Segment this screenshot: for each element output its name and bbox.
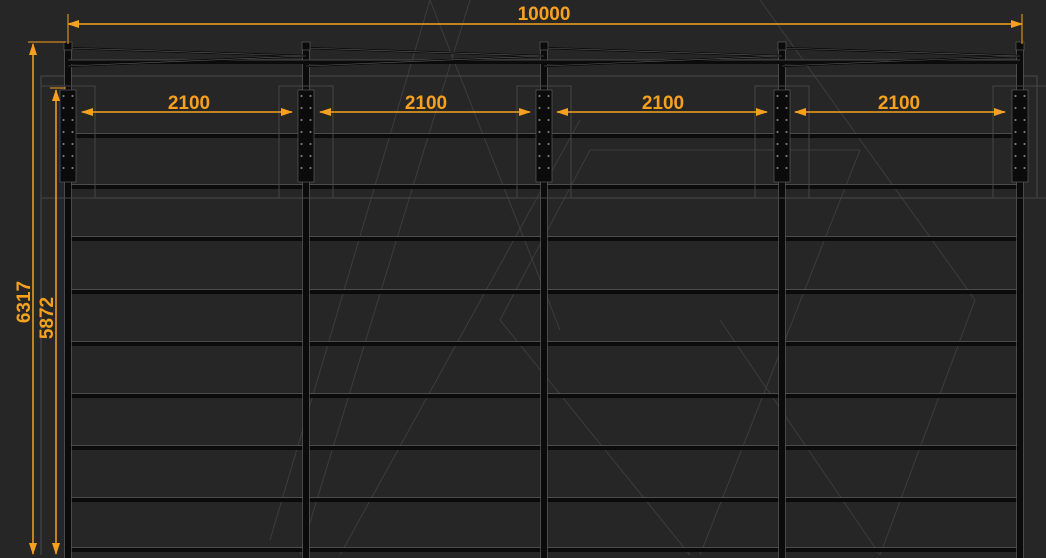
bolt-1-r4	[71, 130, 74, 134]
bay-4-label: 2100	[878, 93, 920, 114]
bolt-4-l2	[776, 106, 779, 110]
bolt-2-r4	[309, 130, 312, 134]
bolt-4-r7	[785, 166, 788, 170]
bolt-2-l5	[300, 142, 303, 146]
bolt-4-l7	[776, 166, 779, 170]
bay-1-label: 2100	[168, 93, 210, 114]
bolt-5-l5	[1014, 142, 1017, 146]
bolt-3-l5	[538, 142, 541, 146]
bolt-5-r4	[1023, 130, 1026, 134]
bolt-5-r6	[1023, 154, 1026, 158]
bolt-2-l3	[300, 118, 303, 122]
bolt-4-l1	[776, 94, 779, 98]
post-bracket-2	[297, 89, 315, 183]
bay-2-label: 2100	[405, 93, 447, 114]
bolt-5-r3	[1023, 118, 1026, 122]
post-bracket-4	[773, 89, 791, 183]
post-cap-4	[777, 41, 787, 51]
bolt-1-l6	[62, 154, 65, 158]
bolt-1-r6	[71, 154, 74, 158]
bolt-2-r1	[309, 94, 312, 98]
bolt-2-r5	[309, 142, 312, 146]
bolt-5-l4	[1014, 130, 1017, 134]
bolt-2-r2	[309, 106, 312, 110]
bolt-5-r1	[1023, 94, 1026, 98]
bolt-5-l6	[1014, 154, 1017, 158]
bolt-5-r5	[1023, 142, 1026, 146]
bolt-5-r2	[1023, 106, 1026, 110]
bolt-3-r5	[547, 142, 550, 146]
canvas-background	[0, 0, 1046, 558]
post-cap-3	[539, 41, 549, 51]
bolt-5-l7	[1014, 166, 1017, 170]
bolt-3-l4	[538, 130, 541, 134]
bolt-4-l3	[776, 118, 779, 122]
bolt-3-l6	[538, 154, 541, 158]
bay-3-label: 2100	[642, 93, 684, 114]
bolt-4-l5	[776, 142, 779, 146]
bolt-1-r1	[71, 94, 74, 98]
bolt-3-l2	[538, 106, 541, 110]
bolt-3-r4	[547, 130, 550, 134]
bolt-2-l6	[300, 154, 303, 158]
bolt-3-r3	[547, 118, 550, 122]
bolt-3-r7	[547, 166, 550, 170]
bolt-1-l3	[62, 118, 65, 122]
bolt-5-l2	[1014, 106, 1017, 110]
bolt-1-l5	[62, 142, 65, 146]
bolt-2-r7	[309, 166, 312, 170]
bolt-5-l1	[1014, 94, 1017, 98]
bolt-1-r3	[71, 118, 74, 122]
bolt-2-r6	[309, 154, 312, 158]
bolt-5-l3	[1014, 118, 1017, 122]
bolt-3-r1	[547, 94, 550, 98]
post-cap-2	[301, 41, 311, 51]
bolt-1-l2	[62, 106, 65, 110]
bolt-4-r2	[785, 106, 788, 110]
bolt-3-r2	[547, 106, 550, 110]
bolt-5-r7	[1023, 166, 1026, 170]
post-cap-5	[1015, 41, 1025, 51]
bolt-4-l6	[776, 154, 779, 158]
bolt-4-r4	[785, 130, 788, 134]
bolt-3-l1	[538, 94, 541, 98]
overall-depth-label: 6317	[14, 281, 35, 323]
bolt-3-r6	[547, 154, 550, 158]
bolt-1-l7	[62, 166, 65, 170]
bolt-3-l7	[538, 166, 541, 170]
bolt-4-r1	[785, 94, 788, 98]
bolt-2-l4	[300, 130, 303, 134]
inner-depth-label: 5872	[37, 297, 58, 339]
plan-drawing: 10000 2100 2100 2100 2100 6317 5872	[0, 0, 1046, 558]
bolt-2-l2	[300, 106, 303, 110]
bolt-4-r6	[785, 154, 788, 158]
bolt-3-l3	[538, 118, 541, 122]
bolt-1-l1	[62, 94, 65, 98]
bolt-1-l4	[62, 130, 65, 134]
overall-width-label: 10000	[518, 4, 571, 25]
bolt-2-l1	[300, 94, 303, 98]
bolt-1-r7	[71, 166, 74, 170]
bolt-4-r3	[785, 118, 788, 122]
bolt-2-r3	[309, 118, 312, 122]
bolt-4-r5	[785, 142, 788, 146]
bolt-4-l4	[776, 130, 779, 134]
bolt-1-r5	[71, 142, 74, 146]
post-bracket-5	[1011, 89, 1029, 183]
post-bracket-3	[535, 89, 553, 183]
bolt-1-r2	[71, 106, 74, 110]
bolt-2-l7	[300, 166, 303, 170]
post-bracket-1	[59, 89, 77, 183]
